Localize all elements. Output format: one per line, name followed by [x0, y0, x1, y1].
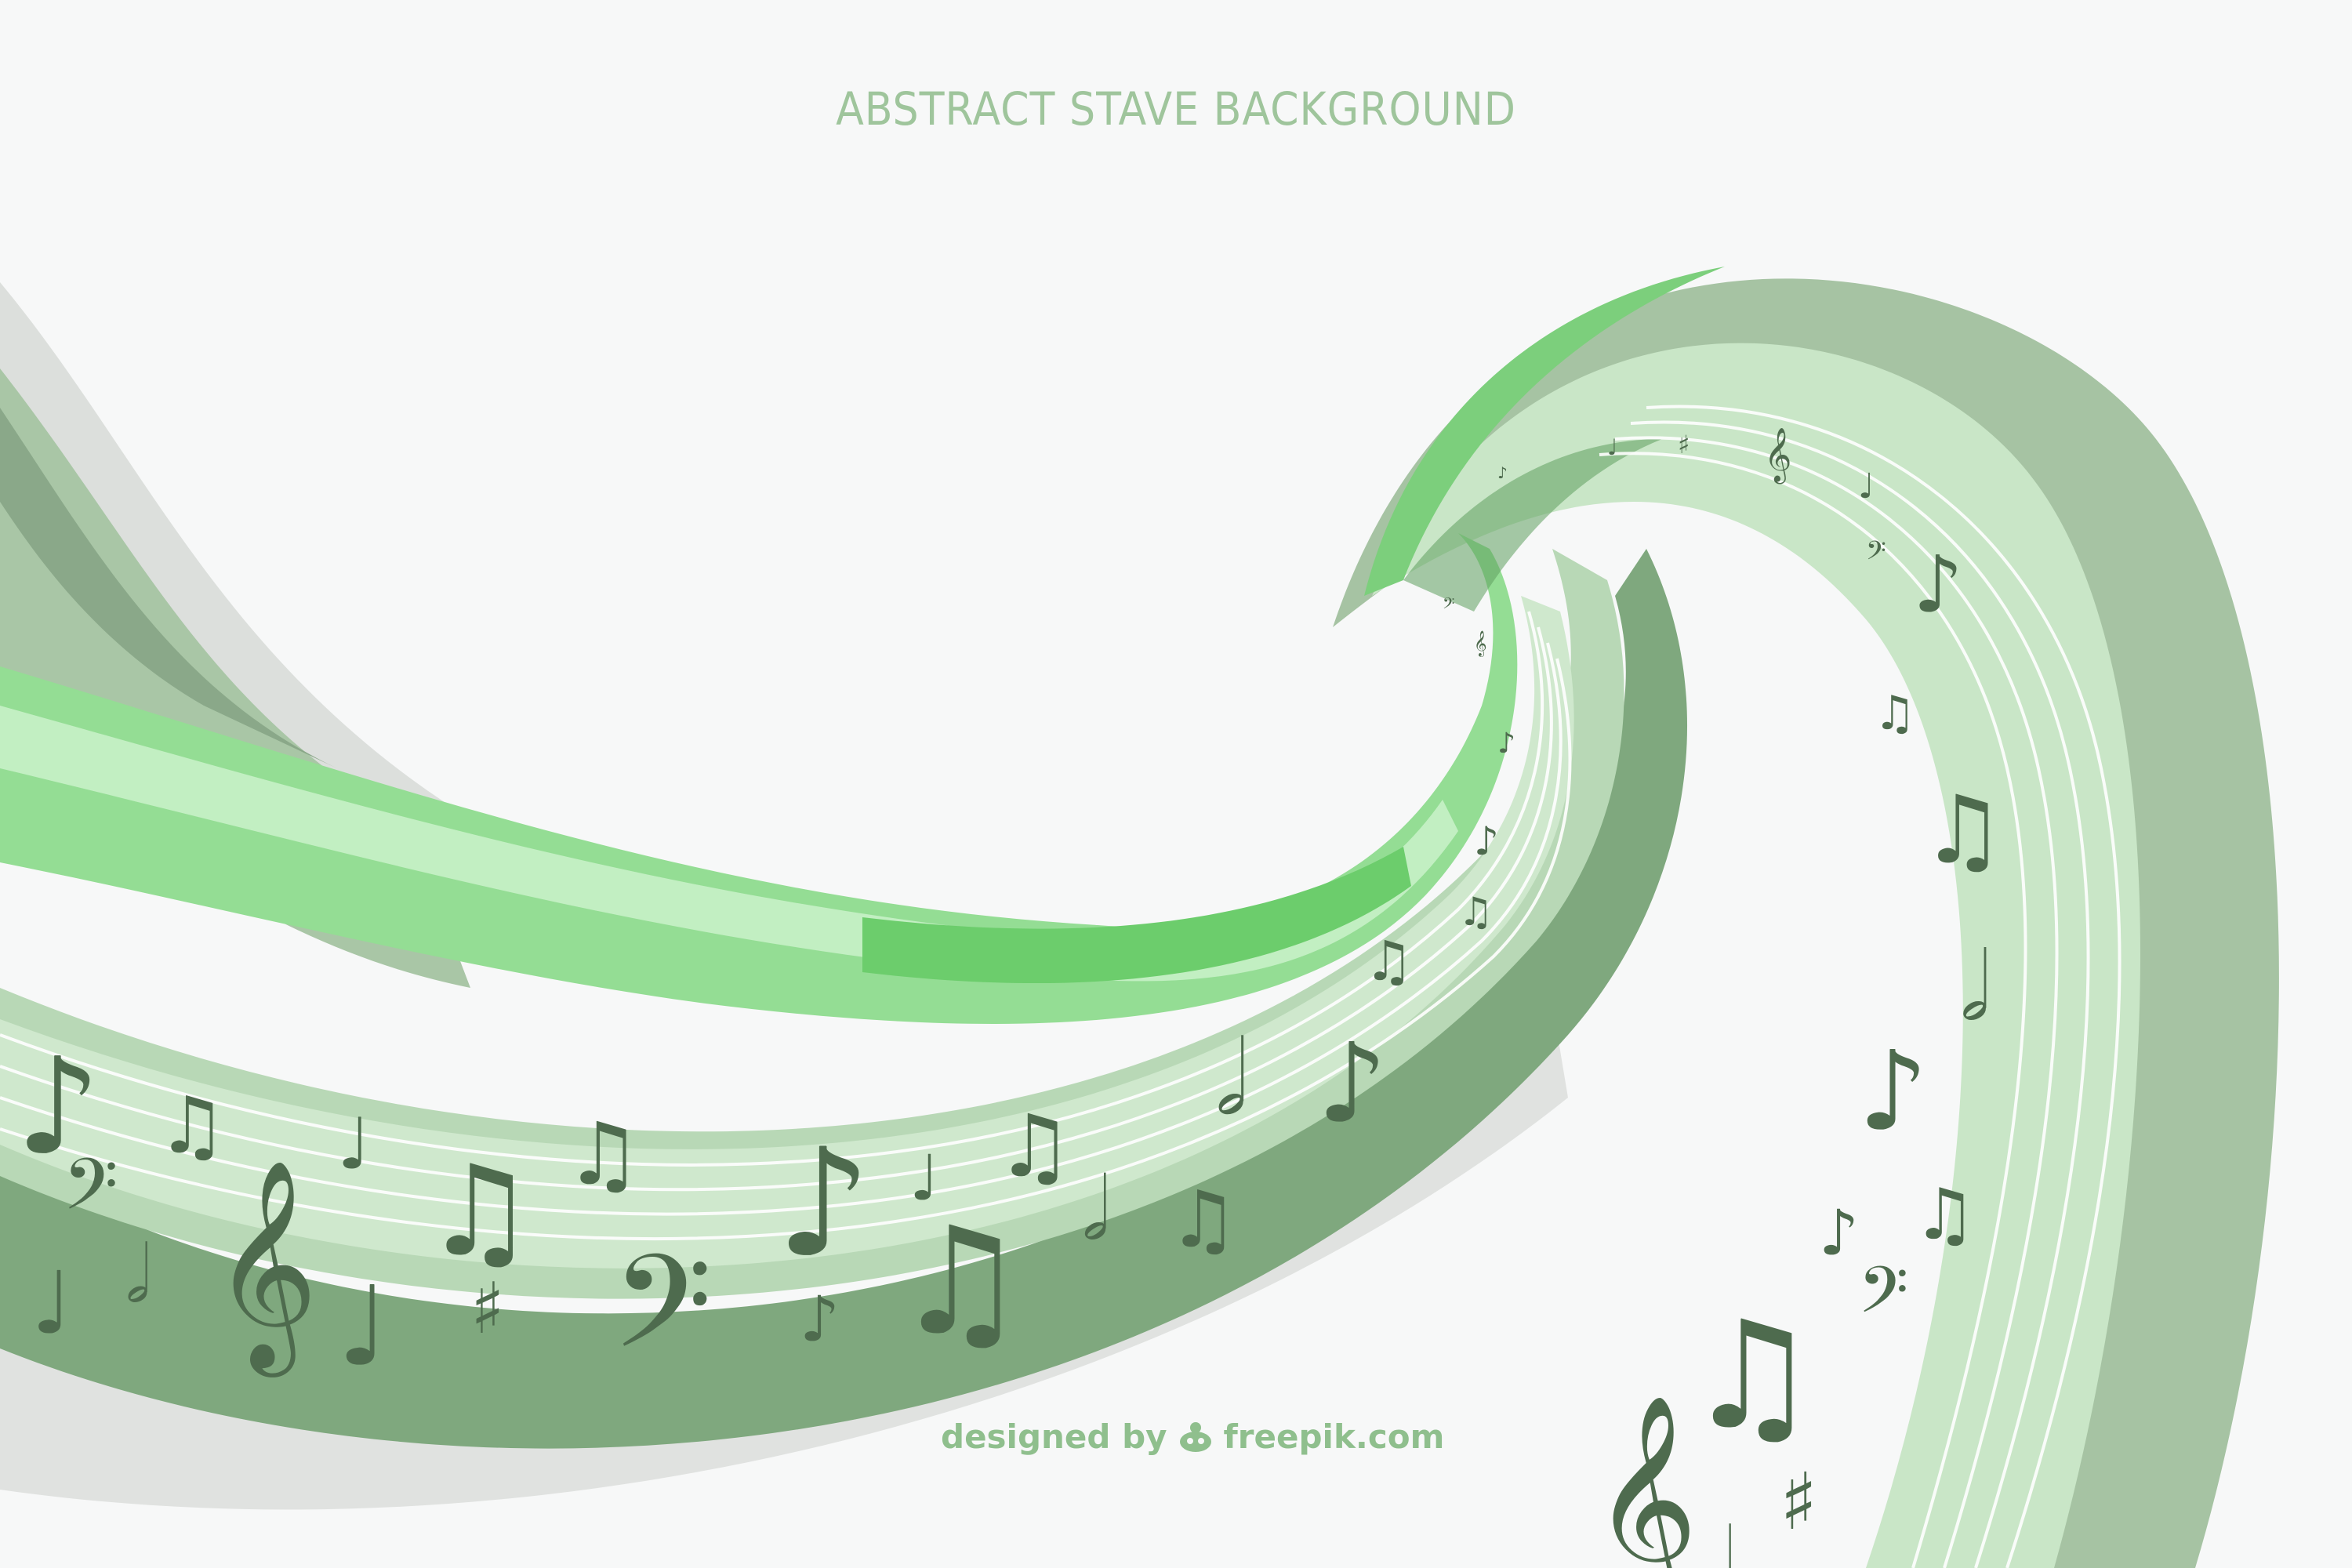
half-note-icon-3: 𝅗𝅥 — [1215, 1018, 1247, 1138]
bass-clef-icon-small: 𝄢 — [1443, 594, 1454, 616]
quarter-note-icon-2: ♩ — [31, 1253, 72, 1353]
eighth-note-icon-8: 𝄢 — [1866, 536, 1886, 572]
beamed-notes-icon-6: ♫ — [1168, 1174, 1239, 1265]
credit-prefix: designed by — [941, 1417, 1167, 1456]
sharp-icon: ♯ — [470, 1268, 505, 1350]
quarter-note-icon-5: ♩ — [1858, 466, 1875, 506]
eighth-note-icon-4: ♪ — [1317, 1020, 1387, 1148]
half-note-icon-4: 𝅗𝅥 — [1960, 933, 1990, 1042]
quarter-note-icon-3: ♩ — [337, 1263, 389, 1391]
beamed-notes-icon-4: ♫ — [996, 1096, 1073, 1196]
quarter-note-icon: ♩ — [337, 1103, 370, 1185]
half-note-icon: 𝅗𝅥 — [125, 1229, 151, 1320]
eighth-note-icon-11: ♪ — [1819, 1196, 1859, 1269]
treble-clef-icon: 𝄞 — [212, 1159, 318, 1377]
eighth-note-icon-5: ♪ — [1474, 818, 1499, 864]
bass-clef-icon-3: 𝄢 — [1858, 1252, 1908, 1344]
freepik-credit: designed by freepik.com — [941, 1417, 1444, 1456]
treble-clef-icon-small: 𝄞 — [1474, 630, 1487, 657]
beamed-notes-icon: ♫ — [157, 1080, 227, 1171]
eighth-note-icon-6: ♪ — [1497, 728, 1515, 760]
beamed-notes-icon-2: ♫ — [423, 1138, 535, 1284]
bass-clef-icon: 𝄢 — [63, 1143, 118, 1243]
beamed-notes-icon-3: ♫ — [564, 1104, 642, 1204]
beamed-notes-icon-7: ♫ — [1364, 929, 1414, 993]
sharp-icon-2: ♯ — [1780, 1456, 1817, 1548]
treble-clef-icon-2: 𝄞 — [1592, 1394, 1698, 1568]
eighth-note-icon-3: ♪ — [800, 1283, 840, 1356]
sharp-icon-small: ♯ — [1678, 430, 1690, 459]
half-note-icon-2: 𝅗𝅥 — [1082, 1159, 1109, 1259]
beamed-notes-icon-5: ♫ — [894, 1195, 1027, 1368]
eighth-note-icon-2: ♪ — [776, 1116, 871, 1290]
credit-brand: freepik.com — [1223, 1417, 1445, 1456]
quarter-note-icon-tiny: ♩ — [1607, 434, 1617, 460]
artwork-canvas: ABSTRACT STAVE BACKGROUND ♪ 𝄢 ♫ ♩ ♩ 𝅗𝅥 𝄞… — [0, 0, 2352, 1568]
bass-clef-icon-2: 𝄢 — [612, 1227, 713, 1410]
beamed-notes-icon-8: ♫ — [1458, 889, 1494, 935]
eighth-note-icon-9: ♪ — [1913, 539, 1963, 630]
treble-clef-icon-tiny: 𝄞 — [1764, 427, 1791, 484]
beamed-notes-icon-9: ♫ — [1874, 686, 1916, 741]
eighth-note-icon-7: ♪ — [1497, 463, 1508, 482]
half-note-icon-5: 𝅗𝅥 — [1709, 1511, 1734, 1568]
beamed-notes-icon-11: ♫ — [1913, 1174, 1976, 1256]
freepik-logo-icon — [1179, 1421, 1211, 1452]
eighth-note-icon-10: ♪ — [1858, 1028, 1928, 1156]
beamed-notes-icon-12: ♫ — [1686, 1289, 1819, 1462]
beamed-notes-icon-10: ♫ — [1921, 776, 2005, 885]
stave-wave-illustration: ♪ 𝄢 ♫ ♩ ♩ 𝅗𝅥 𝄞 ♩ ♫ ♯ ♫ 𝄢 ♪ ♪ ♩ ♫ ♫ 𝅗𝅥 ♫ … — [0, 267, 2279, 1568]
